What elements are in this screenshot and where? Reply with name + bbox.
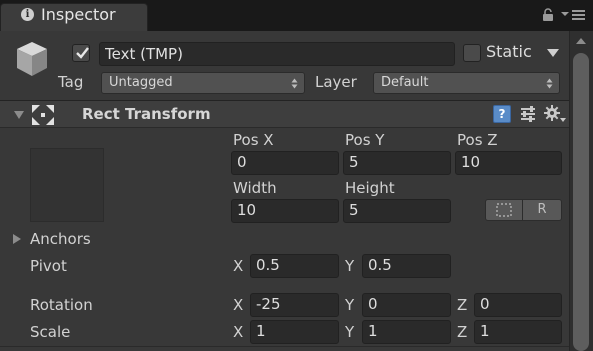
scale-y-field[interactable]: 1 xyxy=(362,320,451,344)
width-label: Width xyxy=(233,179,277,197)
height-label: Height xyxy=(345,179,395,197)
tab-title: Inspector xyxy=(41,5,116,24)
tag-label: Tag xyxy=(58,73,84,91)
static-label: Static xyxy=(486,42,532,61)
scrollbar-thumb[interactable] xyxy=(573,53,589,351)
help-icon[interactable]: ? xyxy=(493,105,511,123)
pos-z-field[interactable]: 10 xyxy=(455,151,562,175)
pivot-x-axis-label: X xyxy=(233,257,244,275)
height-field[interactable]: 5 xyxy=(343,199,451,223)
active-checkbox[interactable] xyxy=(72,44,90,62)
scale-y-axis-label: Y xyxy=(345,323,355,341)
foldout-collapsed-icon[interactable] xyxy=(12,233,22,245)
static-dropdown-icon[interactable] xyxy=(546,48,560,58)
reset-r-button[interactable]: R xyxy=(522,199,562,221)
layer-label: Layer xyxy=(315,73,357,91)
rotation-z-axis-label: Z xyxy=(457,296,468,314)
rect-transform-icon xyxy=(32,105,54,125)
rotation-x-field[interactable]: -25 xyxy=(250,293,339,317)
updown-arrows-icon xyxy=(546,78,553,89)
pos-y-field[interactable]: 5 xyxy=(343,151,451,175)
scale-z-axis-label: Z xyxy=(457,323,468,341)
preset-icon[interactable] xyxy=(518,104,538,124)
rotation-z-field[interactable]: 0 xyxy=(474,293,562,317)
pivot-y-axis-label: Y xyxy=(345,257,355,275)
name-field[interactable] xyxy=(99,42,455,66)
rotation-label: Rotation xyxy=(30,296,93,314)
dotted-rect-icon xyxy=(496,203,512,217)
raw-edit-button[interactable] xyxy=(485,199,523,221)
anchor-preset-button[interactable] xyxy=(30,148,104,222)
lock-icon[interactable] xyxy=(541,8,555,22)
scroll-up-icon[interactable] xyxy=(573,34,589,48)
updown-arrows-icon xyxy=(291,78,298,89)
divider xyxy=(0,346,569,347)
pivot-x-field[interactable]: 0.5 xyxy=(250,254,339,278)
foldout-expanded-icon[interactable] xyxy=(13,110,25,120)
tag-dropdown[interactable]: Untagged xyxy=(101,72,305,94)
pivot-label: Pivot xyxy=(30,257,67,275)
static-checkbox[interactable] xyxy=(463,44,481,62)
gear-icon[interactable] xyxy=(543,104,567,124)
scale-label: Scale xyxy=(30,323,71,341)
scale-x-axis-label: X xyxy=(233,323,244,341)
pos-x-label: Pos X xyxy=(233,131,274,149)
gameobject-icon xyxy=(17,42,47,76)
rotation-y-field[interactable]: 0 xyxy=(362,293,451,317)
pos-x-field[interactable]: 0 xyxy=(231,151,339,175)
rotation-y-axis-label: Y xyxy=(345,296,355,314)
pos-z-label: Pos Z xyxy=(457,131,498,149)
tag-value: Untagged xyxy=(109,75,173,90)
width-field[interactable]: 10 xyxy=(231,199,339,223)
anchors-label[interactable]: Anchors xyxy=(30,230,91,248)
layer-dropdown[interactable]: Default xyxy=(373,72,560,94)
pivot-y-field[interactable]: 0.5 xyxy=(362,254,451,278)
layer-value: Default xyxy=(381,75,429,90)
scale-x-field[interactable]: 1 xyxy=(250,320,339,344)
pos-y-label: Pos Y xyxy=(345,131,385,149)
tab-menu-icon[interactable] xyxy=(560,8,586,22)
component-title: Rect Transform xyxy=(82,105,211,123)
rotation-x-axis-label: X xyxy=(233,296,244,314)
checkmark-icon xyxy=(76,47,89,59)
scale-z-field[interactable]: 1 xyxy=(474,320,562,344)
info-icon: i xyxy=(21,8,34,21)
